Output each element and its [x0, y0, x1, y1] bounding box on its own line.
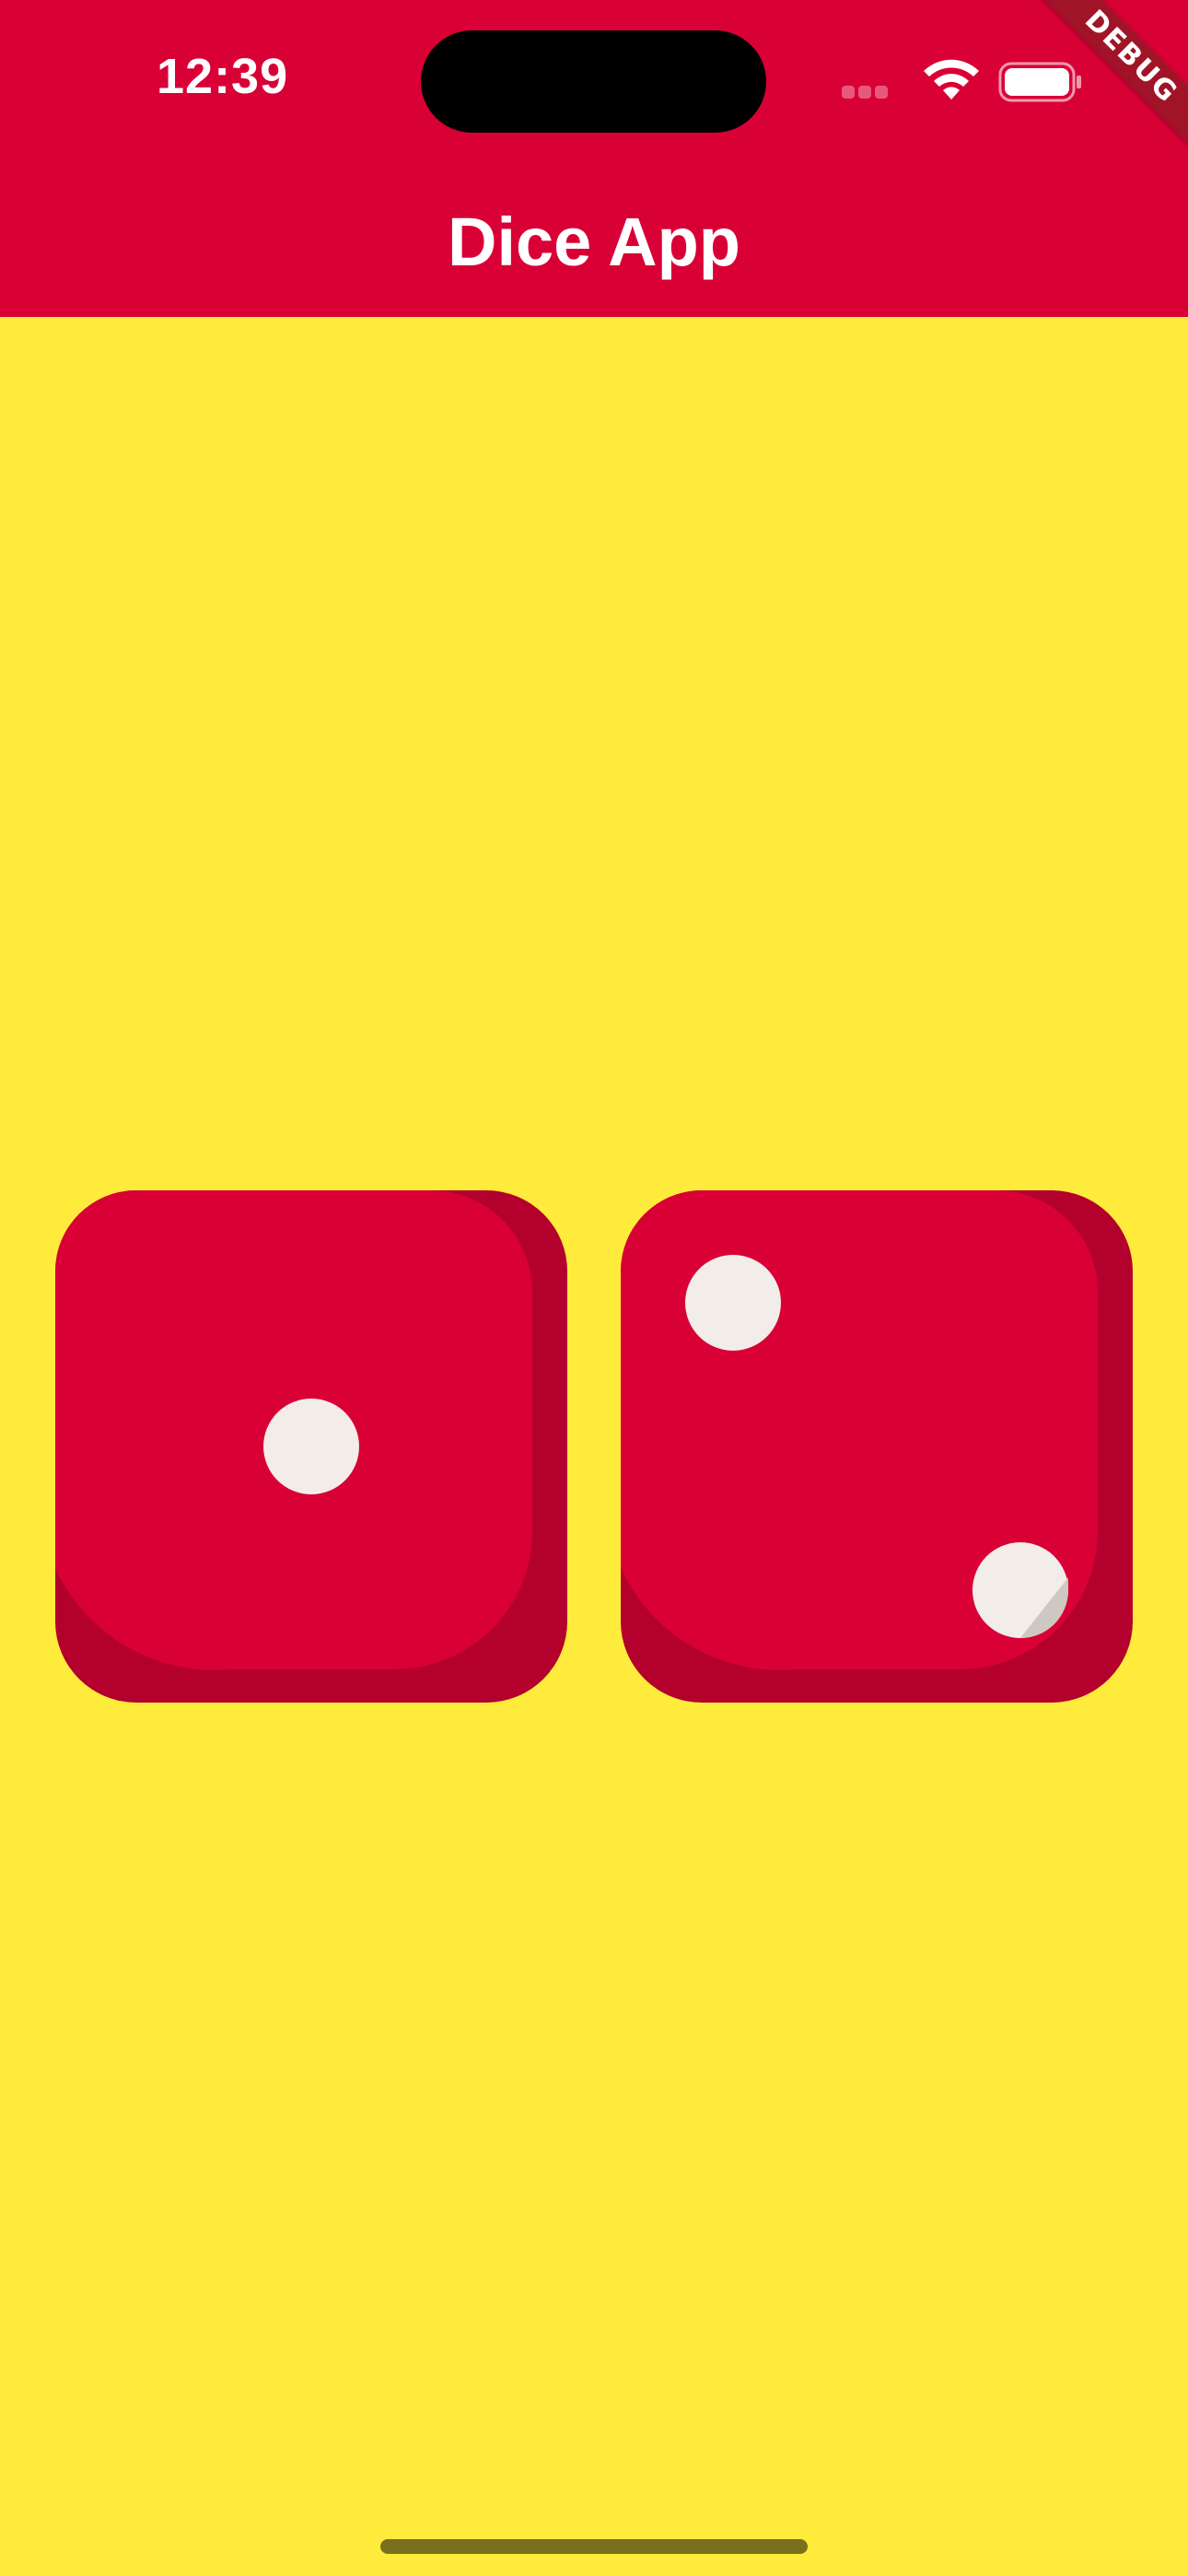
wifi-icon — [924, 59, 979, 100]
battery-icon — [998, 62, 1081, 102]
die-pip — [685, 1255, 781, 1351]
app-screen: 12:39 DEBUG Dice App — [0, 0, 1188, 2576]
dynamic-island — [421, 30, 766, 133]
dice-two-icon — [621, 1190, 1133, 1703]
right-die-button[interactable] — [621, 1190, 1133, 1703]
left-die-button[interactable] — [55, 1190, 567, 1703]
dice-one-icon — [55, 1190, 567, 1703]
home-indicator[interactable] — [380, 2539, 808, 2554]
status-time: 12:39 — [157, 49, 289, 104]
die-pip — [263, 1399, 359, 1494]
signal-icon — [842, 86, 906, 99]
page-title: Dice App — [448, 204, 740, 280]
app-bar: 12:39 DEBUG Dice App — [0, 0, 1188, 317]
